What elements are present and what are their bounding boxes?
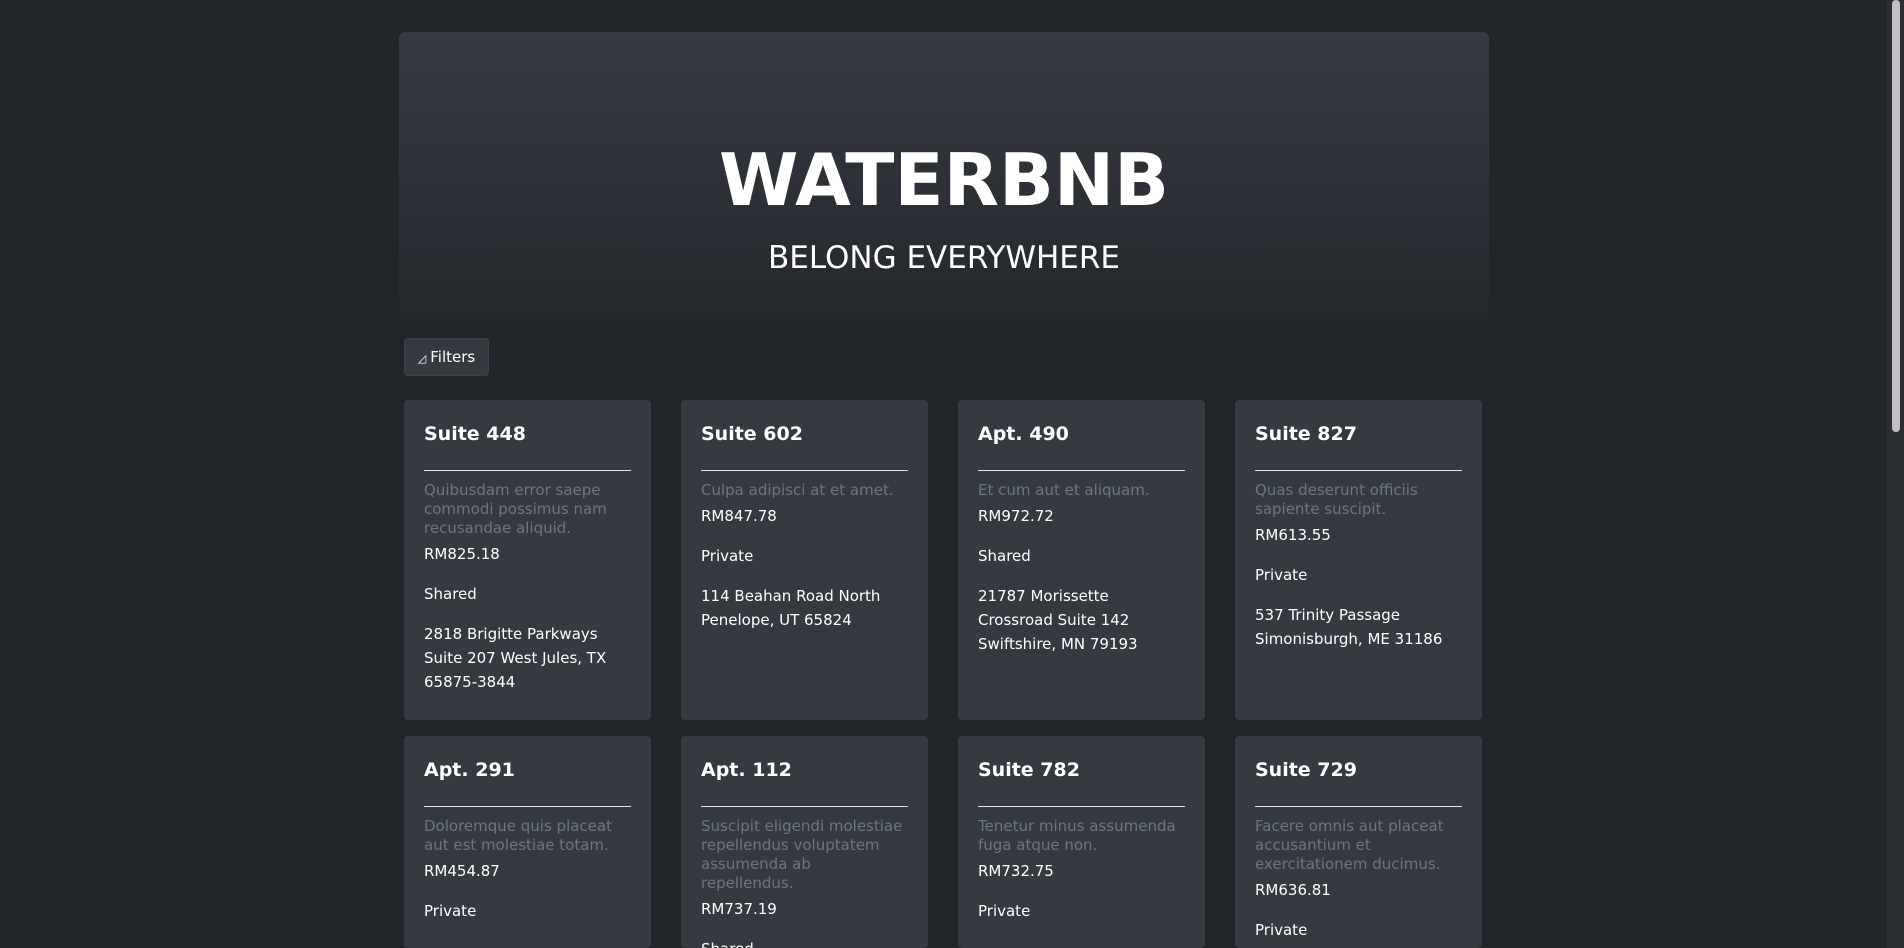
listing-description: Quibusdam error saepe commodi possimus n… — [424, 481, 607, 537]
card-divider — [1255, 470, 1462, 471]
listing-description: Tenetur minus assumenda fuga atque non. — [978, 817, 1176, 854]
listing-room-type: Private — [978, 902, 1031, 920]
listing-card[interactable]: Suite 827 Quas deserunt officiis sapient… — [1235, 400, 1482, 720]
listing-address: 537 Trinity Passage Simonisburgh, ME 311… — [1255, 606, 1443, 648]
site-title: WATERBNB — [718, 138, 1170, 222]
listing-price: RM636.81 — [1255, 881, 1331, 899]
listing-name: Suite 729 — [1255, 759, 1357, 781]
scrollbar-thumb[interactable] — [1892, 0, 1900, 432]
listing-description: Doloremque quis placeat aut est molestia… — [424, 817, 612, 854]
listing-room-type: Private — [1255, 921, 1308, 939]
listing-address: 2818 Brigitte Parkways Suite 207 West Ju… — [424, 625, 607, 691]
listing-room-type: Shared — [978, 547, 1031, 565]
listing-name: Suite 602 — [701, 423, 803, 445]
listing-address: 114 Beahan Road North Penelope, UT 65824 — [701, 587, 881, 629]
page-scrollbar[interactable] — [1887, 0, 1904, 948]
card-divider — [1255, 806, 1462, 807]
listing-room-type: Private — [1255, 566, 1308, 584]
listing-room-type: Shared — [701, 937, 908, 948]
listing-price: RM825.18 — [424, 545, 500, 563]
listing-description: Culpa adipisci at et amet. — [701, 481, 894, 499]
listing-description: Facere omnis aut placeat accusantium et … — [1255, 817, 1444, 873]
listing-card[interactable]: Apt. 291 Doloremque quis placeat aut est… — [404, 736, 651, 948]
card-divider — [978, 470, 1185, 471]
listing-card[interactable]: Apt. 112 Suscipit eligendi molestiae rep… — [681, 736, 928, 948]
card-divider — [701, 806, 908, 807]
site-tagline: BELONG EVERYWHERE — [767, 240, 1121, 276]
card-divider — [424, 470, 631, 471]
listing-price: RM613.55 — [1255, 526, 1331, 544]
card-divider — [978, 806, 1185, 807]
listing-description: Suscipit eligendi molestiae repellendus … — [701, 817, 903, 892]
listing-name: Apt. 291 — [424, 759, 515, 781]
listing-name: Suite 448 — [424, 423, 526, 445]
filters-button[interactable]: ◿ Filters — [404, 338, 489, 376]
listing-description: Quas deserunt officiis sapiente suscipit… — [1255, 481, 1418, 518]
listing-description: Et cum aut et aliquam. — [978, 481, 1150, 499]
listing-price: RM454.87 — [424, 862, 500, 880]
listing-room-type: Private — [701, 547, 754, 565]
card-divider — [701, 470, 908, 471]
listing-card[interactable]: Suite 729 Facere omnis aut placeat accus… — [1235, 736, 1482, 948]
listing-card[interactable]: Suite 602 Culpa adipisci at et amet. RM8… — [681, 400, 928, 720]
page: WATERBNB BELONG EVERYWHERE ◿ Filters Sui… — [0, 0, 1904, 948]
listing-name: Suite 827 — [1255, 423, 1357, 445]
listing-name: Apt. 490 — [978, 423, 1069, 445]
listing-card[interactable]: Apt. 490 Et cum aut et aliquam. RM972.72… — [958, 400, 1205, 720]
listing-room-type: Shared — [424, 585, 477, 603]
listing-price: RM847.78 — [701, 507, 777, 525]
listing-card[interactable]: Suite 782 Tenetur minus assumenda fuga a… — [958, 736, 1205, 948]
listing-price: RM737.19 — [701, 900, 777, 918]
filters-button-label: Filters — [430, 348, 476, 366]
card-divider — [424, 806, 631, 807]
filter-icon: ◿ — [417, 351, 427, 365]
listing-price: RM972.72 — [978, 507, 1054, 525]
listing-price: RM732.75 — [978, 862, 1054, 880]
listing-name: Apt. 112 — [701, 759, 792, 781]
listing-name: Suite 782 — [978, 759, 1080, 781]
hero-banner: WATERBNB BELONG EVERYWHERE — [399, 32, 1489, 320]
listing-address: 21787 Morissette Crossroad Suite 142 Swi… — [978, 587, 1138, 653]
listing-room-type: Private — [424, 902, 477, 920]
listing-card[interactable]: Suite 448 Quibusdam error saepe commodi … — [404, 400, 651, 720]
